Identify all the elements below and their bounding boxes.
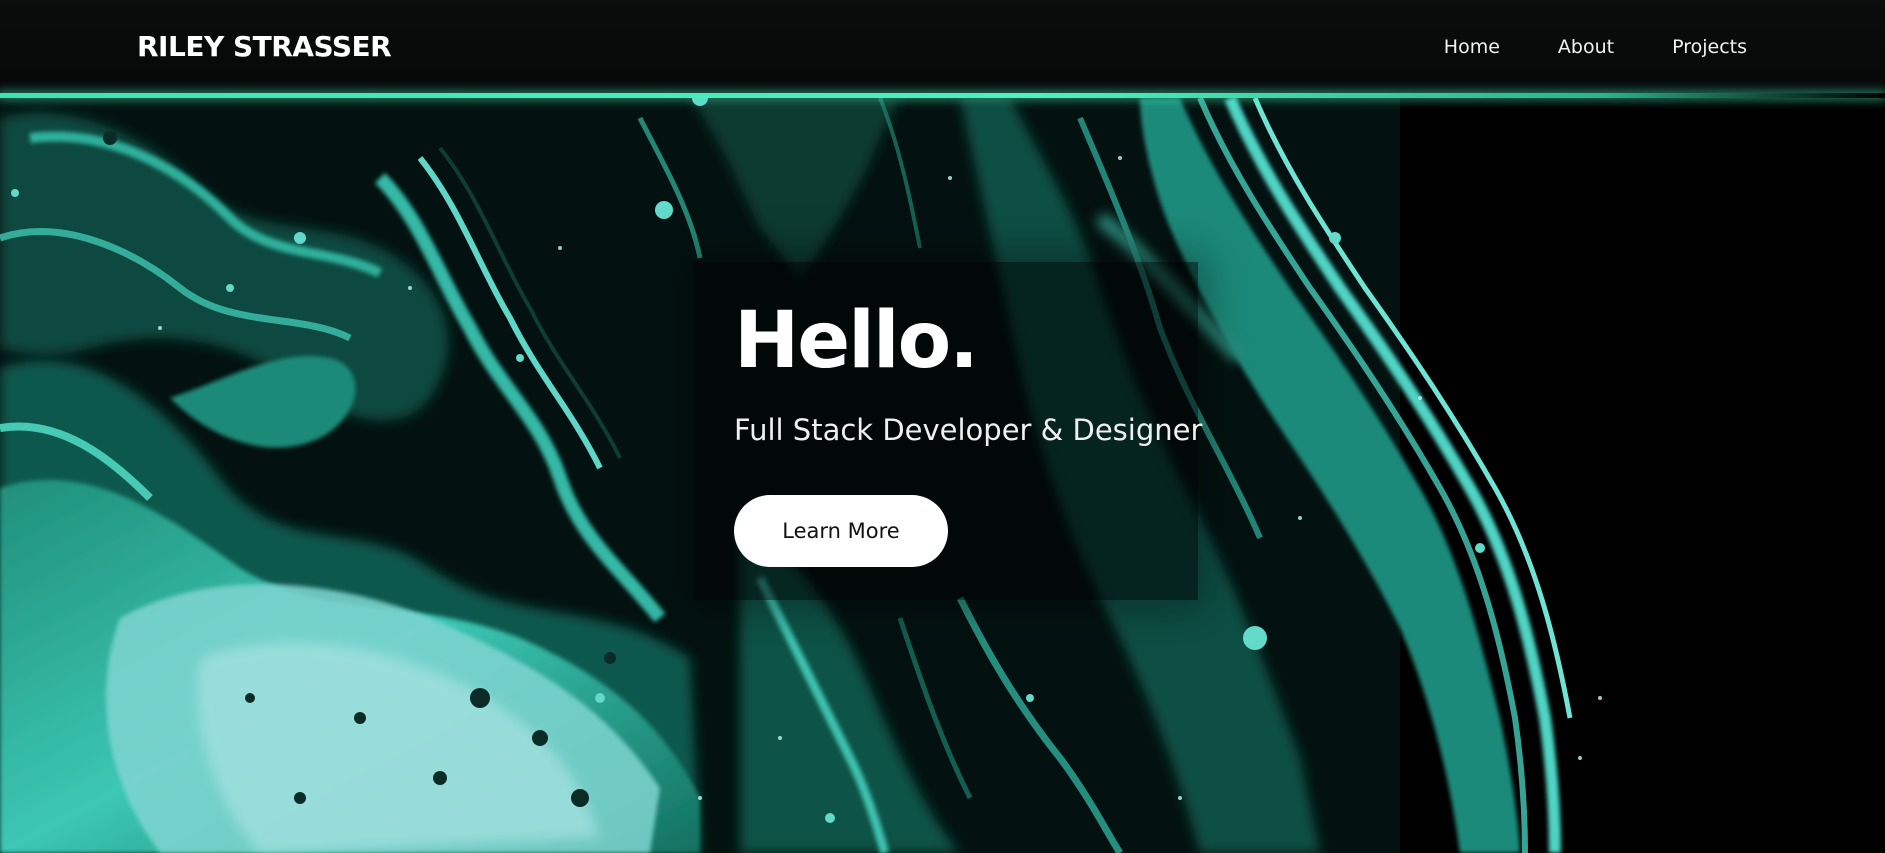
learn-more-button[interactable]: Learn More bbox=[734, 495, 948, 567]
page: RILEY STRASSER Home About Projects Hello… bbox=[0, 0, 1885, 853]
navbar-glow-line bbox=[0, 93, 1885, 98]
brand-logo[interactable]: RILEY STRASSER bbox=[137, 30, 392, 63]
hero-title: Hello. bbox=[734, 296, 979, 386]
nav-link-about[interactable]: About bbox=[1558, 36, 1614, 58]
hero-subtitle: Full Stack Developer & Designer bbox=[734, 413, 1203, 447]
hero-section: Hello. Full Stack Developer & Designer L… bbox=[0, 98, 1885, 853]
hero-content-panel: Hello. Full Stack Developer & Designer L… bbox=[694, 262, 1202, 600]
nav-links: Home About Projects bbox=[1386, 36, 1747, 58]
nav-link-home[interactable]: Home bbox=[1444, 36, 1500, 58]
navbar: RILEY STRASSER Home About Projects bbox=[0, 0, 1885, 94]
nav-link-projects[interactable]: Projects bbox=[1672, 36, 1747, 58]
